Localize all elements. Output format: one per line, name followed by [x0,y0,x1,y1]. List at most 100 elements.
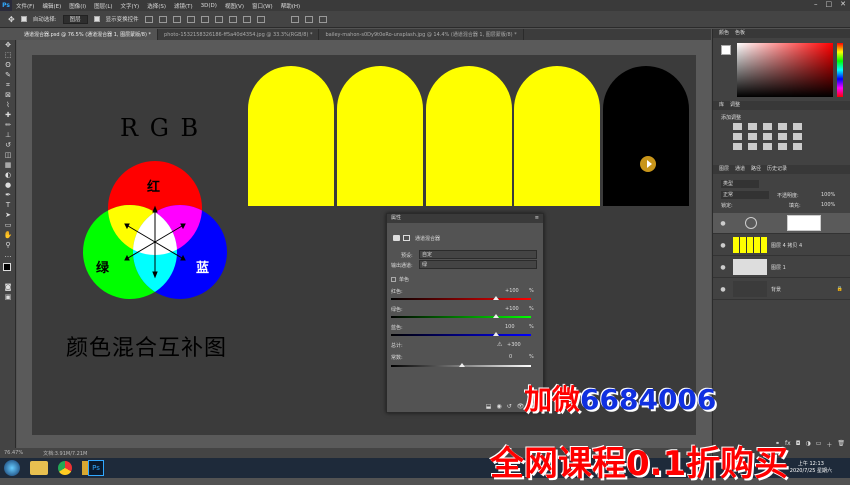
folder-icon[interactable]: ▭ [816,440,822,450]
preset-select[interactable]: 自定 [419,250,537,259]
channel-mixer-adj-icon[interactable] [793,133,802,140]
exposure-icon[interactable] [778,123,787,130]
view-previous-icon[interactable]: ◉ [496,403,501,410]
type-tool-icon[interactable]: T [3,200,13,210]
output-channel-select[interactable]: 绿 [419,260,537,269]
menu-select[interactable]: 选择(S) [143,2,170,10]
align-middle-icon[interactable] [200,15,209,23]
frame-tool-icon[interactable]: ⊠ [3,90,13,100]
gradient-tool-icon[interactable]: ▦ [3,160,13,170]
menu-layer[interactable]: 图层(L) [90,2,116,10]
marquee-tool-icon[interactable]: ⬚ [3,50,13,60]
zoom-level[interactable]: 76.47% [4,450,23,456]
posterize-icon[interactable] [748,143,757,150]
tab-libraries[interactable]: 库 [719,101,724,110]
visibility-icon[interactable]: ● [719,264,727,271]
tab-swatches[interactable]: 色板 [735,29,745,38]
menu-image[interactable]: 图像(I) [65,2,90,10]
blue-channel-value[interactable]: 100 [505,324,515,330]
eraser-tool-icon[interactable]: ◫ [3,150,13,160]
invert-icon[interactable] [733,143,742,150]
distribute-h-icon[interactable] [242,15,251,23]
menu-filter[interactable]: 滤镜(T) [170,2,197,10]
blue-channel-thumb[interactable] [493,332,499,336]
hand-tool-icon[interactable]: ✋ [3,230,13,240]
screen-mode-icon[interactable]: ▣ [3,292,13,302]
selective-color-icon[interactable] [793,143,802,150]
trash-icon[interactable]: 🗑 [837,440,845,450]
tab-channels[interactable]: 通道 [735,165,745,174]
chrome-icon[interactable] [58,461,72,475]
blend-mode-select[interactable]: 正常 [721,191,769,199]
layer-mask-thumbnail[interactable] [787,215,821,231]
menu-file[interactable]: 文件(F) [12,2,38,10]
menu-window[interactable]: 窗口(W) [248,2,277,10]
color-picker-field[interactable] [737,43,833,97]
monochrome-checkbox[interactable] [391,277,396,282]
quick-mask-icon[interactable]: ◙ [3,282,13,292]
explorer-icon[interactable] [30,461,48,475]
distribute-v-icon[interactable] [256,15,265,23]
visibility-icon[interactable]: ● [719,220,727,227]
fg-color-swatch[interactable] [721,45,731,55]
new-adjustment-icon[interactable]: ◑ [805,440,810,450]
crop-tool-icon[interactable]: ⌗ [3,80,13,90]
align-right-icon[interactable] [172,15,181,23]
dodge-tool-icon[interactable]: ● [3,180,13,190]
green-channel-slider[interactable] [391,316,531,318]
vibrance-icon[interactable] [793,123,802,130]
blur-tool-icon[interactable]: ◐ [3,170,13,180]
distribute-icon[interactable] [228,15,237,23]
menu-help[interactable]: 帮助(H) [277,2,304,10]
layer-mask-icon[interactable] [403,235,410,241]
constant-thumb[interactable] [459,363,465,367]
auto-select-dropdown[interactable]: 图层 [62,14,88,24]
align-center-icon[interactable] [158,15,167,23]
curves-icon[interactable] [763,123,772,130]
photoshop-taskbar-icon[interactable]: Ps [88,460,104,476]
show-transform-checkbox[interactable] [93,16,100,22]
foreground-color[interactable] [3,263,11,271]
layer-row-background[interactable]: ● 背景 🔒 [713,279,850,300]
layer-row-adjustment[interactable]: ● [713,213,850,234]
tab-document-2[interactable]: photo-1532158326186-ff5a40d4354.jpg @ 33… [158,29,320,40]
blue-channel-slider[interactable] [391,334,531,336]
eyedropper-icon[interactable]: ⌇ [3,100,13,110]
minimize-icon[interactable]: – [814,0,818,8]
move-tool-icon[interactable]: ✥ [8,15,15,24]
path-select-icon[interactable]: ➤ [3,210,13,220]
lasso-tool-icon[interactable]: ʘ [3,60,13,70]
red-channel-value[interactable]: +100 [505,288,519,294]
photo-filter-icon[interactable] [778,133,787,140]
close-icon[interactable]: ✕ [840,0,846,8]
more-tools-icon[interactable]: … [3,250,13,260]
fill-value[interactable]: 100% [821,202,835,208]
auto-select-checkbox[interactable] [20,16,27,22]
hue-slider[interactable] [837,43,843,97]
quick-select-icon[interactable]: ✎ [3,70,13,80]
new-layer-icon[interactable]: ＋ [826,440,832,450]
layer-row-layer1[interactable]: ● 图层 1 [713,257,850,278]
tab-document-3[interactable]: bailey-mahon-s0Dy9t0eRo-unsplash.jpg @ 1… [319,29,524,40]
kind-filter[interactable]: 类型 [721,180,759,188]
hue-sat-icon[interactable] [733,133,742,140]
menu-edit[interactable]: 编辑(E) [38,2,65,10]
clock[interactable]: 上午 12:13 2020/7/25 星期六 [790,460,832,474]
brightness-icon[interactable] [733,123,742,130]
menu-view[interactable]: 视图(V) [221,2,248,10]
levels-icon[interactable] [748,123,757,130]
threshold-icon[interactable] [763,143,772,150]
opacity-value[interactable]: 100% [821,192,835,198]
bw-icon[interactable] [763,133,772,140]
red-channel-slider[interactable] [391,298,531,300]
color-balance-icon[interactable] [748,133,757,140]
align-bottom-icon[interactable] [214,15,223,23]
3d-pan-icon[interactable] [318,15,327,23]
zoom-tool-icon[interactable]: ⚲ [3,240,13,250]
tab-color[interactable]: 颜色 [719,29,729,38]
pen-tool-icon[interactable]: ✒ [3,190,13,200]
clip-to-layer-icon[interactable]: ⬓ [486,403,492,410]
green-channel-thumb[interactable] [493,314,499,318]
reset-icon[interactable]: ↺ [507,403,512,410]
constant-value[interactable]: 0 [509,354,512,360]
